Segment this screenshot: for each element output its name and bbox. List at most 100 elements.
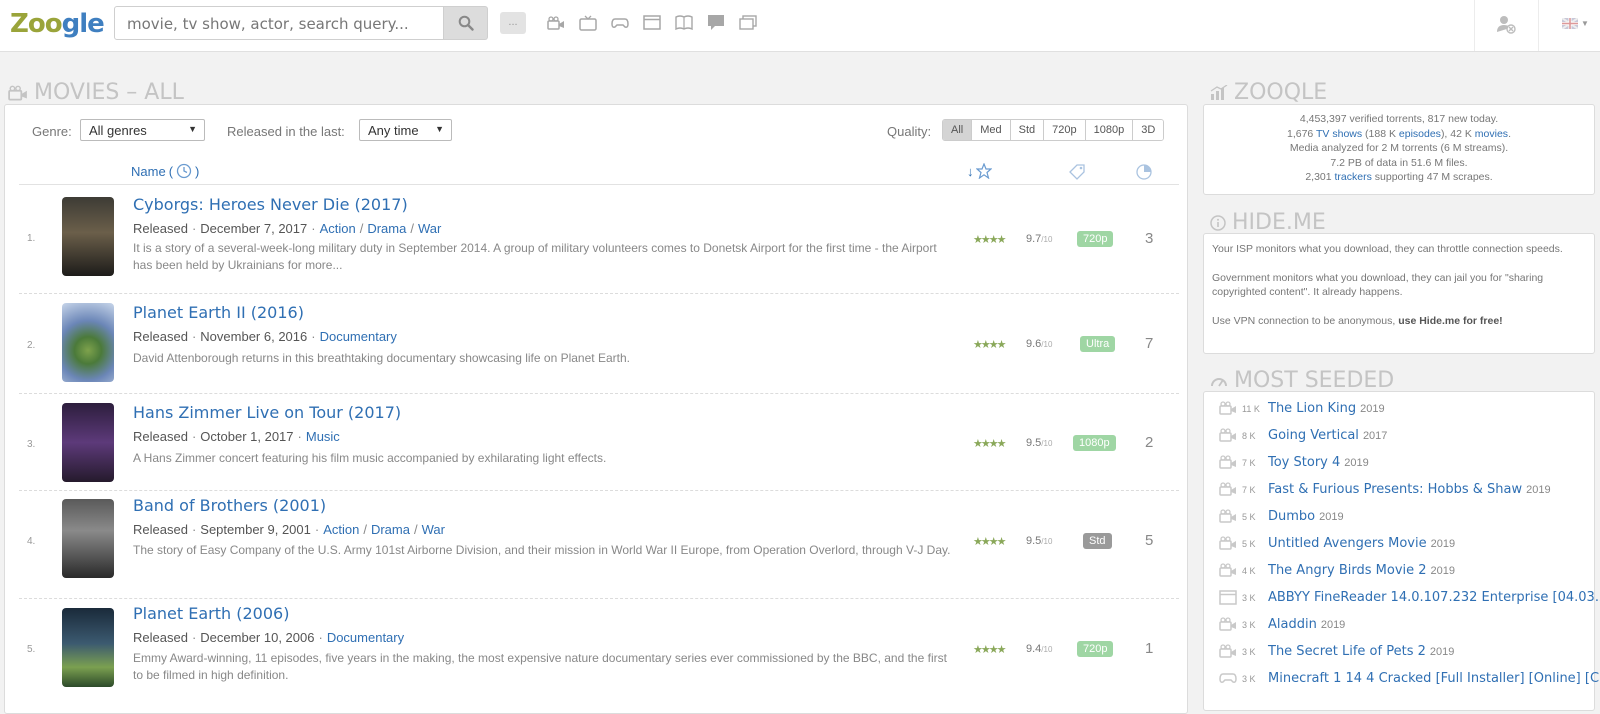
movie-poster[interactable]: [62, 197, 114, 276]
list-item[interactable]: 5 K Untitled Avengers Movie 2019: [1204, 535, 1596, 559]
movie-poster[interactable]: [62, 403, 114, 482]
search-input[interactable]: movie, tv show, actor, search query...: [114, 6, 444, 40]
movie-poster[interactable]: [62, 303, 114, 382]
list-item[interactable]: 5 K Dumbo 2019: [1204, 508, 1596, 532]
list-item[interactable]: 7 K Fast & Furious Presents: Hobbs & Shaw…: [1204, 481, 1596, 505]
seed-count: 3 K: [1242, 593, 1256, 603]
release-year: 2019: [1319, 511, 1344, 523]
movie-description: A Hans Zimmer concert featuring his film…: [133, 451, 607, 465]
quality-option-all[interactable]: All: [943, 120, 972, 140]
episodes-link[interactable]: episodes: [1399, 128, 1441, 140]
name-column-header[interactable]: Name ( ): [131, 163, 199, 179]
torrent-link[interactable]: The Secret Life of Pets 2 2019: [1268, 644, 1454, 659]
list-item[interactable]: 11 K The Lion King 2019: [1204, 400, 1596, 424]
gamepad-icon[interactable]: [610, 14, 629, 31]
tv-icon[interactable]: [578, 14, 597, 31]
gamepad-icon: [1219, 671, 1237, 689]
genre-link[interactable]: Drama: [371, 522, 410, 537]
movie-title-link[interactable]: Planet Earth II (2016): [133, 303, 304, 322]
comment-icon[interactable]: [706, 14, 725, 31]
list-item[interactable]: 3 K Aladdin 2019: [1204, 616, 1596, 640]
list-item[interactable]: 3 K Minecraft 1 14 4 Cracked [Full Instal…: [1204, 670, 1600, 694]
torrent-link[interactable]: The Lion King 2019: [1268, 401, 1385, 416]
book-icon[interactable]: [674, 14, 693, 31]
site-logo[interactable]: Zoogle: [10, 9, 105, 39]
chevron-down-icon: ▼: [435, 124, 444, 134]
list-item[interactable]: 4 K The Angry Birds Movie 2 2019: [1204, 562, 1596, 586]
torrent-link[interactable]: The Angry Birds Movie 2 2019: [1268, 563, 1455, 578]
quality-option-1080p[interactable]: 1080p: [1084, 120, 1133, 140]
torrent-link[interactable]: Toy Story 4 2019: [1268, 455, 1369, 470]
other-files-icon[interactable]: [738, 14, 757, 31]
movie-description: Emmy Award-winning, 11 episodes, five ye…: [133, 651, 947, 682]
torrent-link[interactable]: Aladdin 2019: [1268, 617, 1345, 632]
movie-camera-icon: [1219, 428, 1237, 447]
movie-camera-icon[interactable]: [546, 14, 565, 31]
movie-title-link[interactable]: Hans Zimmer Live on Tour (2017): [133, 403, 401, 422]
genre-link[interactable]: Documentary: [320, 329, 397, 344]
movie-camera-icon: [1219, 482, 1237, 501]
genre-link[interactable]: Documentary: [327, 630, 404, 645]
torrent-link[interactable]: Fast & Furious Presents: Hobbs & Shaw 201…: [1268, 482, 1551, 497]
torrent-link[interactable]: Minecraft 1 14 4 Cracked [Full Installer…: [1268, 671, 1600, 686]
genre-link[interactable]: War: [422, 522, 445, 537]
genre-link[interactable]: War: [418, 221, 441, 236]
quality-badge: 720p: [1077, 231, 1114, 247]
seeds-column-header[interactable]: [1135, 163, 1153, 184]
rating-column-header[interactable]: ↓: [967, 163, 992, 179]
genre-select[interactable]: All genres ▼: [80, 119, 205, 141]
genre-link[interactable]: Music: [306, 429, 340, 444]
list-item[interactable]: 3 K The Secret Life of Pets 2 2019: [1204, 643, 1596, 667]
filter-bar: Genre: All genres ▼ Released in the last…: [5, 119, 1187, 145]
row-divider: [19, 598, 1179, 599]
clock-icon[interactable]: [176, 163, 192, 179]
movie-poster[interactable]: [62, 499, 114, 578]
genre-link[interactable]: Action: [323, 522, 359, 537]
release-year: 2019: [1344, 457, 1369, 469]
rating-value: 9.7/10: [1026, 233, 1053, 245]
search-button[interactable]: [444, 6, 488, 40]
quality-option-720p[interactable]: 720p: [1043, 120, 1085, 140]
gauge-icon: [1211, 377, 1227, 386]
top-bar: Zoogle movie, tv show, actor, search que…: [0, 0, 1600, 52]
movie-title-link[interactable]: Band of Brothers (2001): [133, 496, 326, 515]
tv-shows-link[interactable]: TV shows: [1316, 128, 1362, 140]
user-login-icon[interactable]: [1496, 14, 1516, 39]
movie-camera-icon: [1219, 401, 1237, 420]
genre-link[interactable]: Action: [320, 221, 356, 236]
torrent-link[interactable]: Untitled Avengers Movie 2019: [1268, 536, 1455, 551]
movie-description: David Attenborough returns in this breat…: [133, 351, 630, 365]
more-options-button[interactable]: ...: [500, 12, 526, 34]
torrent-link[interactable]: Dumbo 2019: [1268, 509, 1344, 524]
release-year: 2019: [1526, 484, 1551, 496]
list-item[interactable]: 8 K Going Vertical 2017: [1204, 427, 1596, 451]
genre-link[interactable]: Drama: [367, 221, 406, 236]
hideme-link[interactable]: use Hide.me for free!: [1398, 315, 1502, 327]
movie-title-link[interactable]: Planet Earth (2006): [133, 604, 289, 623]
language-selector[interactable]: ▼: [1562, 18, 1589, 29]
movies-link[interactable]: movies: [1475, 128, 1508, 140]
list-item[interactable]: 7 K Toy Story 4 2019: [1204, 454, 1596, 478]
chart-icon: [1210, 84, 1228, 100]
movie-poster[interactable]: [62, 608, 114, 687]
quality-option-3d[interactable]: 3D: [1132, 120, 1164, 140]
torrent-link[interactable]: ABBYY FineReader 14.0.107.232 Enterprise…: [1268, 590, 1600, 605]
released-select[interactable]: Any time ▼: [359, 119, 452, 141]
movie-title-link[interactable]: Cyborgs: Heroes Never Die (2017): [133, 195, 408, 214]
rating-value: 9.6/10: [1026, 338, 1053, 350]
quality-option-med[interactable]: Med: [971, 120, 1010, 140]
seed-count: 5 K: [1242, 512, 1256, 522]
quality-column-header[interactable]: [1068, 163, 1086, 184]
section-title-hideme: HIDE.ME: [1210, 210, 1326, 235]
application-window-icon[interactable]: [642, 14, 661, 31]
torrent-link[interactable]: Going Vertical 2017: [1268, 428, 1387, 443]
seed-count: 3 K: [1242, 620, 1256, 630]
seed-count: 3 K: [1242, 674, 1256, 684]
list-item[interactable]: 3 K ABBYY FineReader 14.0.107.232 Enterpr…: [1204, 589, 1600, 613]
row-divider: [19, 393, 1179, 394]
divider: [1474, 0, 1475, 51]
section-title-most-seeded: MOST SEEDED: [1210, 368, 1394, 393]
quality-option-std[interactable]: Std: [1009, 120, 1044, 140]
trackers-link[interactable]: trackers: [1335, 171, 1372, 183]
search-icon: [458, 15, 474, 31]
